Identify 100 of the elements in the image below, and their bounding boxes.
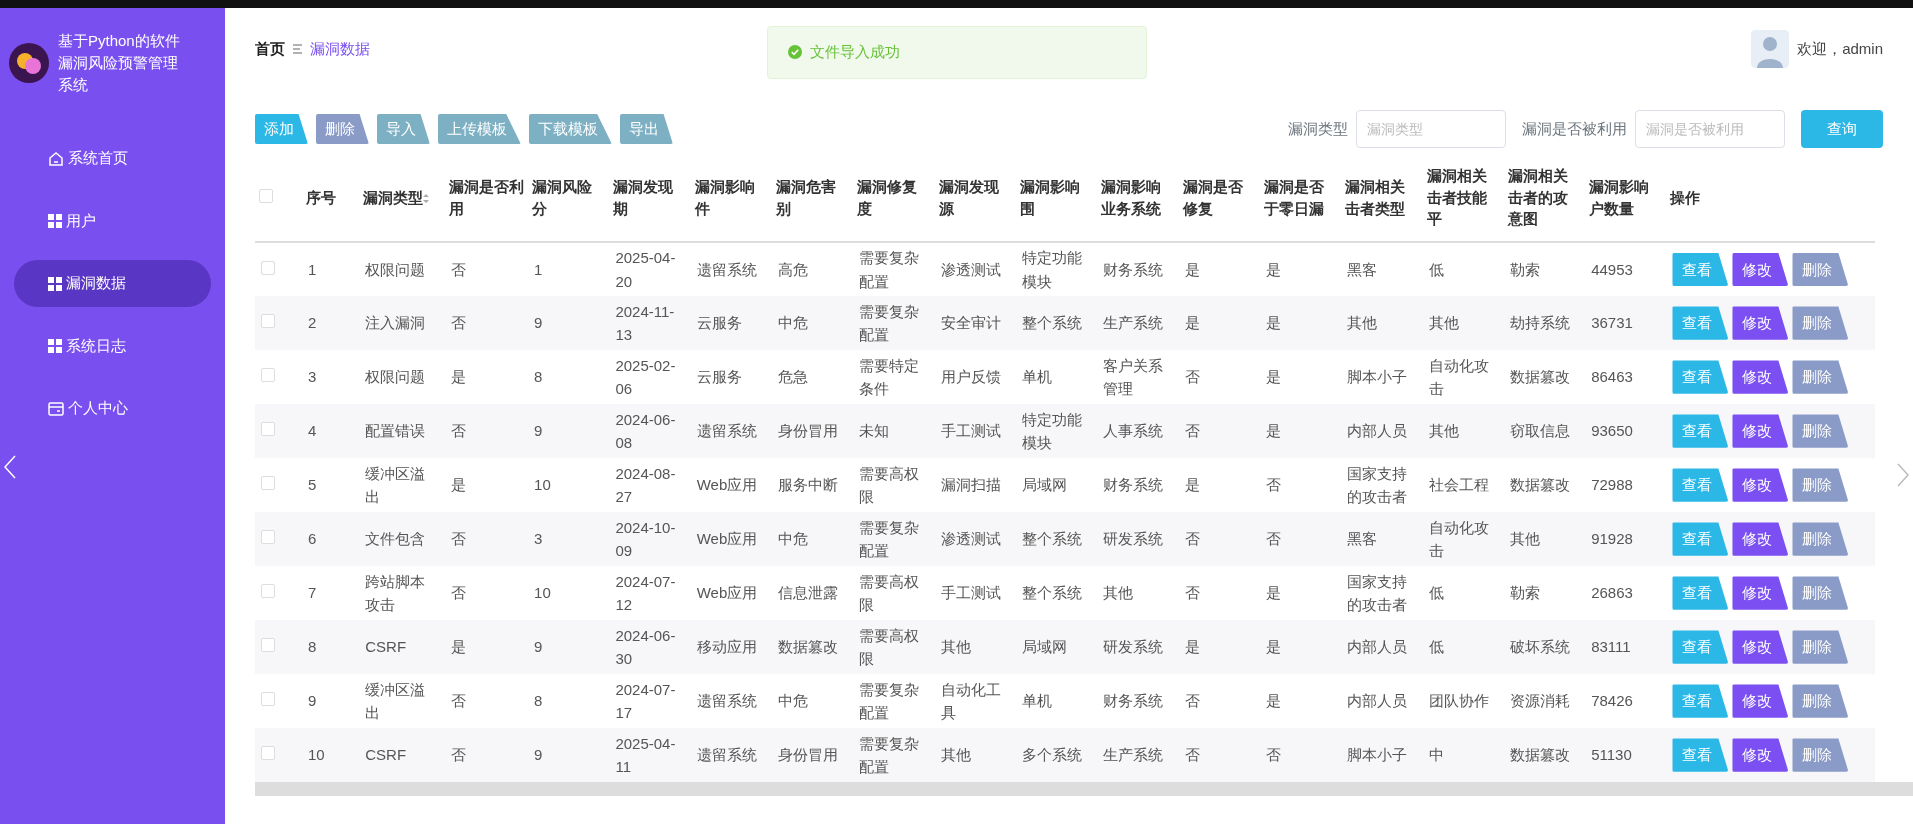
table-cell: 人事系统 — [1103, 422, 1164, 440]
row-checkbox[interactable] — [261, 314, 275, 329]
edit-button[interactable]: 修改 — [1732, 576, 1789, 610]
delete-button[interactable]: 删除 — [1792, 306, 1849, 340]
horizontal-scrollbar[interactable] — [255, 782, 1913, 796]
table-cell: 生产系统 — [1103, 746, 1164, 764]
delete-button[interactable]: 删除 — [1792, 522, 1849, 556]
table-cell: 社会工程 — [1428, 476, 1489, 494]
sidebar-item[interactable]: 系统日志 — [14, 322, 211, 370]
view-button[interactable]: 查看 — [1672, 360, 1729, 394]
row-checkbox[interactable] — [261, 530, 275, 545]
column-header: 漏洞影响围 — [1019, 177, 1080, 217]
table-cell: 否 — [450, 692, 466, 710]
table-cell: 其他 — [1428, 314, 1459, 332]
row-checkbox[interactable] — [261, 476, 275, 491]
table-cell: 10 — [534, 476, 551, 494]
table-cell: 其他 — [940, 638, 971, 656]
table-cell: 局域网 — [1021, 638, 1067, 656]
toolbar-button[interactable]: 下载模板 — [529, 113, 612, 145]
edit-button[interactable]: 修改 — [1732, 522, 1789, 556]
search-field[interactable]: 漏洞类型 — [1356, 110, 1506, 148]
table-cell: 脚本小子 — [1347, 368, 1408, 386]
row-checkbox[interactable] — [261, 422, 275, 437]
sidebar-item[interactable]: 系统首页 — [14, 135, 211, 182]
search-field[interactable]: 漏洞是否被利用 — [1635, 110, 1785, 148]
edit-button[interactable]: 修改 — [1732, 684, 1789, 718]
table-cell: 否 — [450, 530, 466, 548]
separator-icon — [293, 44, 302, 54]
search-button[interactable]: 查询 — [1801, 110, 1883, 148]
table-cell: 整个系统 — [1021, 584, 1082, 602]
sidebar-item[interactable]: 个人中心 — [14, 385, 211, 432]
edit-button[interactable]: 修改 — [1732, 468, 1789, 502]
view-button[interactable]: 查看 — [1672, 684, 1729, 718]
view-button[interactable]: 查看 — [1672, 252, 1729, 287]
toolbar-button[interactable]: 添加 — [255, 113, 308, 145]
view-button[interactable]: 查看 — [1672, 630, 1729, 664]
chevron-right-icon[interactable] — [1897, 463, 1909, 487]
sidebar-item[interactable]: 漏洞数据 — [14, 260, 211, 307]
table-cell: 客户关系管理 — [1103, 356, 1164, 397]
view-button[interactable]: 查看 — [1672, 468, 1729, 502]
table-cell: 内部人员 — [1347, 692, 1408, 710]
toolbar-button[interactable]: 上传模板 — [438, 113, 521, 145]
row-checkbox[interactable] — [261, 746, 275, 761]
delete-button[interactable]: 删除 — [1792, 684, 1849, 718]
edit-button[interactable]: 修改 — [1732, 738, 1789, 772]
edit-button[interactable]: 修改 — [1732, 414, 1789, 448]
avatar[interactable] — [1751, 30, 1790, 68]
select-all-checkbox[interactable] — [259, 188, 273, 203]
search-label: 漏洞类型 — [1288, 118, 1348, 139]
sidebar-item[interactable]: 用户 — [14, 197, 211, 245]
row-checkbox[interactable] — [261, 638, 275, 653]
column-header: 漏洞发现期 — [613, 177, 674, 217]
toolbar-button[interactable]: 删除 — [316, 113, 369, 145]
table-cell: 2025-04-20 — [615, 249, 676, 290]
edit-button[interactable]: 修改 — [1732, 252, 1789, 287]
table-cell: 安全审计 — [940, 314, 1001, 332]
chevron-left-icon[interactable] — [4, 455, 16, 479]
table-cell: 10 — [534, 584, 551, 602]
table-cell: 渗透测试 — [940, 530, 1001, 548]
breadcrumb-link[interactable]: 首页 — [255, 37, 285, 61]
edit-button[interactable]: 修改 — [1732, 360, 1789, 394]
delete-button[interactable]: 删除 — [1792, 360, 1849, 394]
table-cell: 2024-11-13 — [615, 302, 675, 343]
table-cell: 否 — [1184, 692, 1200, 710]
table-cell: 缓冲区溢出 — [365, 680, 426, 721]
delete-button[interactable]: 删除 — [1792, 738, 1849, 772]
toolbar-button[interactable]: 导入 — [377, 113, 430, 145]
column-header: 漏洞风险分 — [532, 177, 593, 217]
table-cell: 是 — [450, 368, 466, 386]
view-button[interactable]: 查看 — [1672, 738, 1729, 772]
delete-button[interactable]: 删除 — [1792, 630, 1849, 664]
table-cell: 中危 — [778, 530, 809, 548]
table-cell: 是 — [450, 476, 466, 494]
table-cell: 跨站脚本攻击 — [365, 572, 426, 613]
table-cell: 2024-06-08 — [615, 410, 676, 451]
view-button[interactable]: 查看 — [1672, 522, 1729, 556]
view-button[interactable]: 查看 — [1672, 306, 1729, 340]
delete-button[interactable]: 删除 — [1792, 576, 1849, 610]
table-cell: 9 — [534, 314, 543, 332]
edit-button[interactable]: 修改 — [1732, 630, 1789, 664]
row-checkbox[interactable] — [261, 368, 275, 383]
toast-message: 文件导入成功 — [810, 42, 900, 62]
sort-icon[interactable] — [423, 194, 430, 204]
view-button[interactable]: 查看 — [1672, 576, 1729, 610]
delete-button[interactable]: 删除 — [1792, 468, 1849, 502]
table-cell: 黑客 — [1347, 260, 1378, 278]
row-checkbox[interactable] — [261, 692, 275, 707]
table-cell: 中 — [1428, 746, 1444, 764]
row-checkbox[interactable] — [261, 584, 275, 599]
table-cell: CSRF — [365, 638, 407, 656]
row-checkbox[interactable] — [261, 260, 275, 275]
edit-button[interactable]: 修改 — [1732, 306, 1789, 340]
delete-button[interactable]: 删除 — [1792, 414, 1849, 448]
table-cell: 8 — [307, 638, 317, 656]
view-button[interactable]: 查看 — [1672, 414, 1729, 448]
toolbar-button[interactable]: 导出 — [620, 113, 673, 145]
delete-button[interactable]: 删除 — [1792, 252, 1849, 287]
table-cell: 是 — [1265, 422, 1281, 440]
welcome-text: 欢迎，admin — [1797, 38, 1883, 59]
table-cell: 2024-07-17 — [615, 680, 676, 721]
